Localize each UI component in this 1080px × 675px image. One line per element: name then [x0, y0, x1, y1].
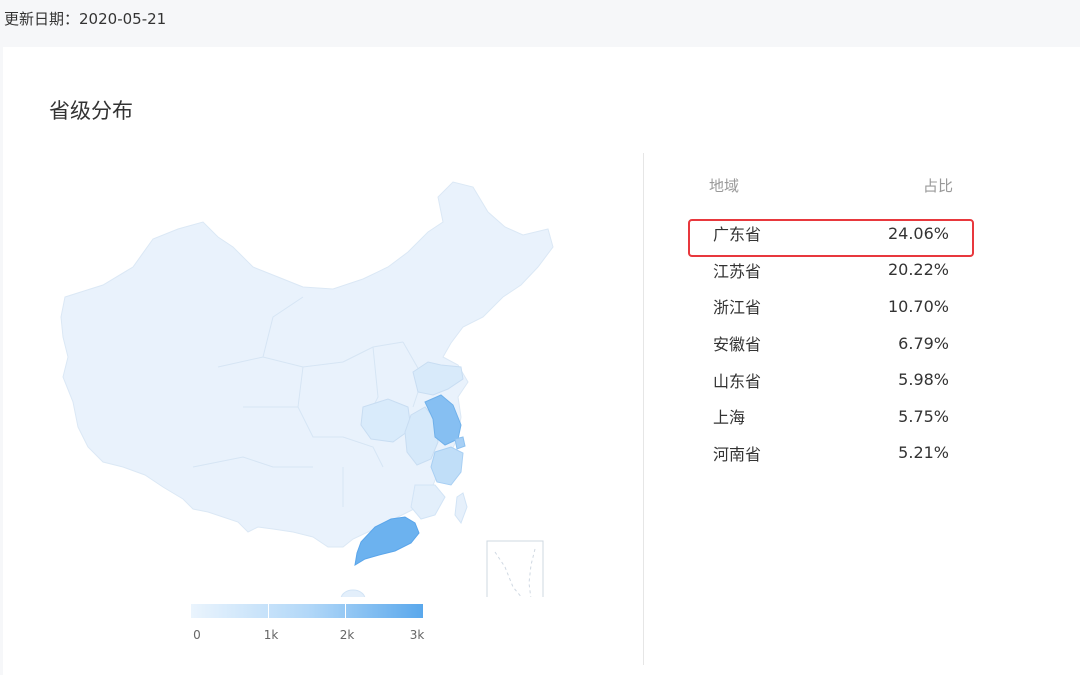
- map-shanghai[interactable]: [454, 436, 466, 450]
- update-date-bar: 更新日期：2020-05-21: [4, 8, 166, 29]
- legend-label-2k: 2k: [339, 628, 355, 642]
- row-region: 浙江省: [713, 298, 762, 318]
- china-map[interactable]: [43, 167, 583, 597]
- legend-label-3k: 3k: [409, 628, 425, 642]
- legend-tick: [345, 604, 346, 618]
- south-china-sea-islands: [494, 548, 536, 597]
- table-row[interactable]: 江苏省 20.22%: [709, 252, 953, 289]
- table-row[interactable]: 山东省 5.98%: [709, 361, 953, 398]
- china-map-svg: [60, 181, 554, 597]
- map-mainland[interactable]: [60, 181, 554, 548]
- legend-tick: [268, 604, 269, 618]
- table-header: 地域 占比: [709, 175, 953, 203]
- table-row[interactable]: 上海 5.75%: [709, 398, 953, 435]
- map-zhejiang[interactable]: [430, 446, 464, 486]
- column-divider: [643, 153, 644, 665]
- map-taiwan[interactable]: [454, 492, 468, 525]
- table-row[interactable]: 河南省 5.21%: [709, 435, 953, 472]
- table-row[interactable]: 浙江省 10.70%: [709, 288, 953, 325]
- map-legend[interactable]: 0 1k 2k 3k: [191, 604, 424, 642]
- table-row[interactable]: 安徽省 6.79%: [709, 325, 953, 362]
- province-distribution-card: 省级分布 0 1k 2k 3k 地域 占比 广东省 24.06% 江苏省 20.…: [3, 47, 1080, 675]
- row-region: 上海: [713, 408, 746, 428]
- legend-label-0: 0: [193, 628, 201, 642]
- row-ratio: 5.21%: [898, 443, 949, 463]
- row-region: 河南省: [713, 444, 762, 464]
- map-hainan[interactable]: [340, 589, 366, 597]
- row-region: 山东省: [713, 371, 762, 391]
- row-region: 安徽省: [713, 335, 762, 355]
- row-ratio: 10.70%: [887, 296, 949, 316]
- update-date-value: 2020-05-21: [79, 10, 167, 28]
- map-fujian[interactable]: [410, 484, 446, 520]
- row-ratio: 5.75%: [898, 406, 949, 426]
- row-region: 江苏省: [713, 261, 762, 281]
- update-date-label: 更新日期：: [4, 10, 80, 28]
- column-header-region: 地域: [709, 177, 740, 195]
- legend-label-1k: 1k: [263, 628, 279, 642]
- column-header-ratio: 占比: [922, 177, 953, 195]
- row-ratio: 6.79%: [898, 333, 949, 353]
- highlight-annotation-box: [688, 219, 974, 257]
- card-title: 省级分布: [49, 99, 133, 123]
- legend-gradient-bar: [191, 604, 423, 618]
- row-ratio: 20.22%: [887, 260, 949, 280]
- row-ratio: 5.98%: [898, 370, 949, 390]
